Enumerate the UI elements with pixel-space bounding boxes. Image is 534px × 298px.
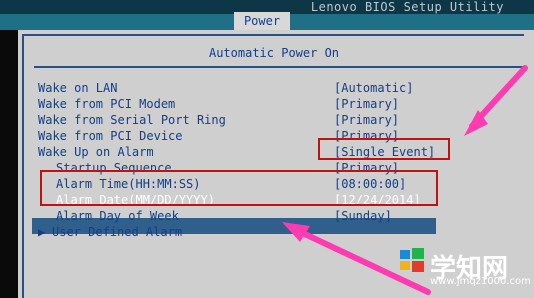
setting-value[interactable]: [Automatic] [334, 80, 413, 96]
watermark: 学知网 www.jmqz1000.com [398, 246, 534, 298]
setting-label: Wake Up on Alarm [38, 145, 154, 159]
submenu-arrow-icon: ▶ [38, 225, 46, 239]
section-title: Automatic Power On [208, 46, 340, 60]
setting-value[interactable]: [Primary] [334, 112, 399, 128]
app-title: Lenovo BIOS Setup Utility [310, 0, 504, 14]
submenu-label: User Defined Alarm [52, 225, 183, 239]
bios-screen: Lenovo BIOS Setup Utility Power Automati… [0, 0, 534, 298]
setting-label: Wake from PCI Device [38, 129, 183, 143]
title-bar: Lenovo BIOS Setup Utility Power [0, 0, 534, 30]
setting-value[interactable]: [Primary] [334, 96, 399, 112]
setting-label: Alarm Day of Week [56, 209, 179, 223]
setting-label: Wake from Serial Port Ring [38, 113, 226, 127]
windows-logo-icon [400, 248, 424, 272]
setting-label: Wake on LAN [38, 81, 118, 95]
watermark-url: www.jmqz1000.com [430, 276, 531, 287]
tab-power[interactable]: Power [234, 12, 290, 30]
setting-label: Wake from PCI Modem [38, 97, 176, 111]
annotation-red-box-alarm-fields [40, 170, 438, 206]
annotation-arrow-icon [464, 65, 528, 136]
